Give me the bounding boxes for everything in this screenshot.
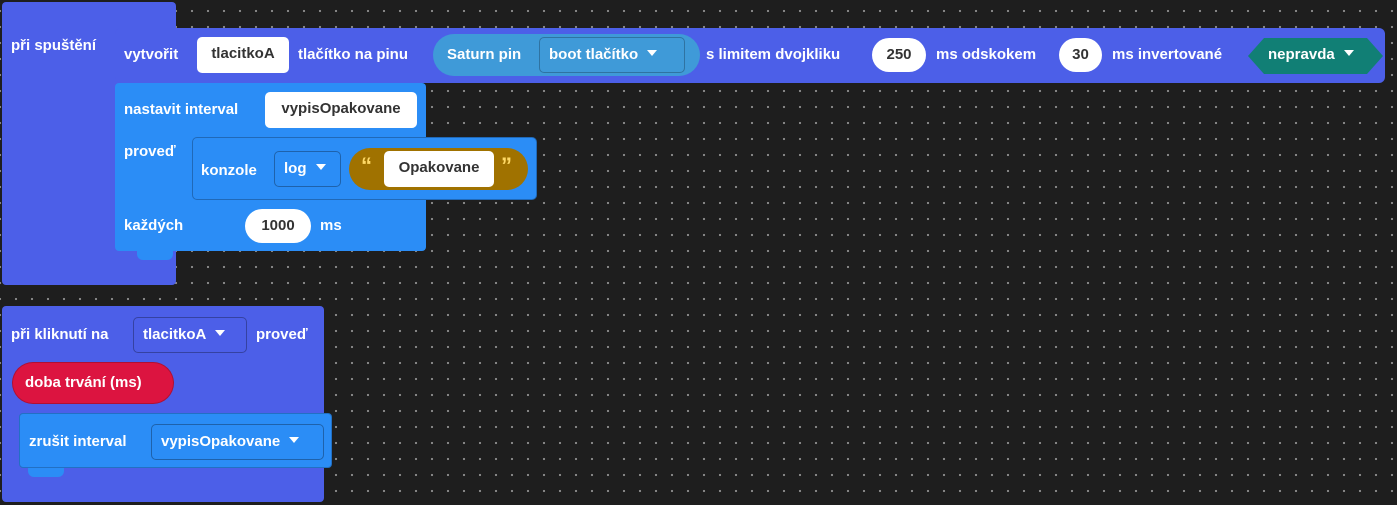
clear-interval-dropdown[interactable]: vypisOpakovane <box>151 424 324 460</box>
block-notch <box>28 468 64 477</box>
clear-interval-block[interactable]: zrušit interval vypisOpakovane <box>19 413 332 477</box>
chevron-down-icon <box>215 330 226 337</box>
click-do-label: proveď <box>256 326 308 343</box>
pin-dropdown[interactable]: boot tlačítko <box>539 37 685 73</box>
saturn-pin-label: Saturn pin <box>447 46 522 63</box>
saturn-pin-block[interactable]: Saturn pin boot tlačítko <box>433 34 700 76</box>
inverted-value: nepravda <box>1268 46 1335 63</box>
chevron-down-icon <box>1343 50 1354 57</box>
button-name-field[interactable]: tlacitkoA <box>197 37 289 73</box>
inverted-dropdown[interactable]: nepravda <box>1268 46 1354 64</box>
text-string-block[interactable]: “ Opakovane ” <box>349 148 528 190</box>
text-value-field[interactable]: Opakovane <box>384 151 494 187</box>
double-click-input[interactable]: 250 <box>872 38 926 72</box>
click-event-label: při kliknutí na <box>11 326 109 343</box>
start-event-label: při spuštění <box>11 37 97 54</box>
create-label: vytvořit <box>124 46 179 63</box>
on-pin-label: tlačítko na pinu <box>298 46 409 63</box>
ms-label: ms <box>320 217 342 234</box>
every-input[interactable]: 1000 <box>245 209 311 243</box>
chevron-down-icon <box>647 50 658 57</box>
clear-interval-value: vypisOpakovane <box>161 433 281 450</box>
console-method-value: log <box>284 160 307 177</box>
clear-interval-label: zrušit interval <box>29 433 127 450</box>
create-button-block[interactable]: vytvořit tlacitkoA tlačítko na pinu Satu… <box>115 28 1385 83</box>
console-log-block[interactable]: konzole log “ Opakovane ” <box>192 137 537 200</box>
click-button-value: tlacitkoA <box>143 326 207 343</box>
chevron-down-icon <box>289 437 300 444</box>
chevron-down-icon <box>315 164 326 171</box>
duration-label: doba trvání (ms) <box>25 374 142 391</box>
block-notch <box>137 251 173 260</box>
debounce-input[interactable]: 30 <box>1059 38 1102 72</box>
set-interval-label: nastavit interval <box>124 101 239 118</box>
do-label: proveď <box>124 143 176 160</box>
quote-open-icon: “ <box>361 153 372 178</box>
debounce-label: ms odskokem <box>936 46 1037 63</box>
duration-block[interactable]: doba trvání (ms) <box>12 362 174 404</box>
quote-close-icon: ” <box>501 153 512 178</box>
console-label: konzole <box>201 162 257 179</box>
click-button-dropdown[interactable]: tlacitkoA <box>133 317 247 353</box>
console-method-dropdown[interactable]: log <box>274 151 341 187</box>
pin-dropdown-value: boot tlačítko <box>549 46 639 63</box>
interval-name-field[interactable]: vypisOpakovane <box>265 92 417 128</box>
every-label: každých <box>124 217 184 234</box>
double-click-label: s limitem dvojkliku <box>706 46 841 63</box>
inverted-label: ms invertované <box>1112 46 1223 63</box>
